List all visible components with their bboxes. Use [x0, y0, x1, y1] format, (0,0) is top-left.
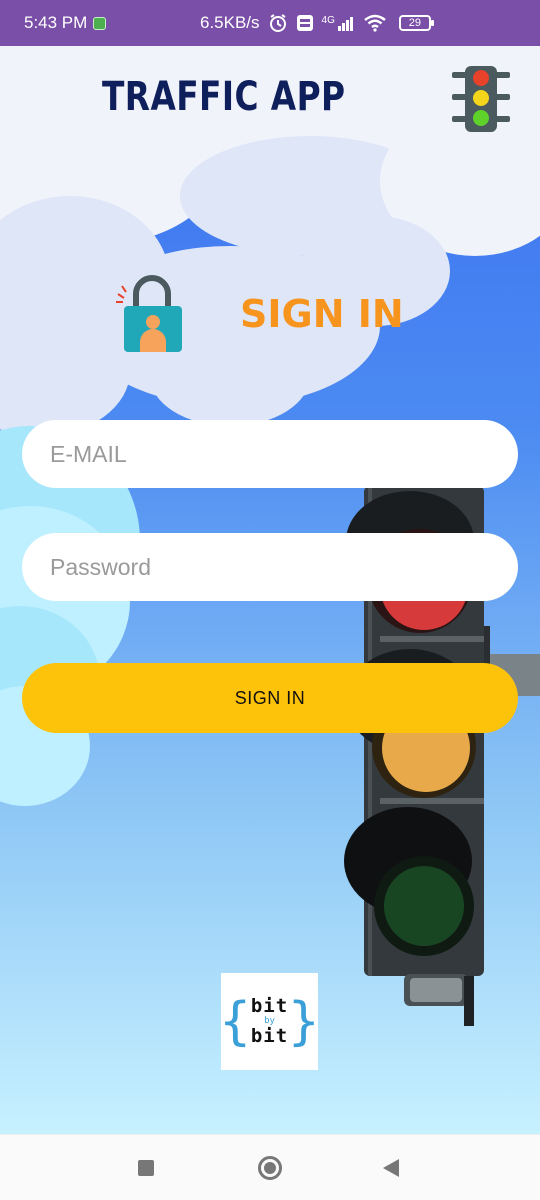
- signal-icon: [337, 17, 353, 31]
- status-indicators: 6.5KB/s 4G 29: [200, 0, 434, 46]
- battery-icon: 29: [398, 15, 434, 31]
- logo-brace-left: {: [219, 991, 251, 1052]
- signin-button[interactable]: SIGN IN: [22, 663, 518, 733]
- signin-heading: SIGN IN: [240, 292, 404, 336]
- volte-icon: [296, 15, 313, 31]
- recent-apps-icon[interactable]: [138, 1160, 154, 1176]
- app-title: TRAFFIC APP: [102, 74, 346, 120]
- home-icon[interactable]: [258, 1156, 282, 1180]
- logo-word-top: bit: [250, 995, 289, 1017]
- logo-word-bottom: bit: [250, 1025, 289, 1047]
- status-time: 5:43 PM: [24, 13, 88, 32]
- email-field[interactable]: [22, 420, 518, 488]
- traffic-light-icon: [452, 66, 510, 132]
- battery-level: 29: [408, 17, 422, 29]
- lock-user-icon: [116, 275, 182, 352]
- network-speed: 6.5KB/s: [200, 13, 260, 32]
- network-type: 4G: [322, 15, 355, 31]
- wifi-icon: [364, 14, 386, 32]
- logo-brace-right: }: [288, 991, 320, 1052]
- app-notification-icon: [93, 16, 107, 30]
- alarm-icon: [269, 14, 286, 32]
- logo-text: bit by bit: [251, 997, 288, 1046]
- status-bar: 5:43 PM 6.5KB/s 4G 29: [0, 0, 540, 46]
- system-nav-bar: [0, 1134, 540, 1200]
- password-field[interactable]: [22, 533, 518, 601]
- back-icon[interactable]: [383, 1159, 399, 1177]
- bit-by-bit-logo: { bit by bit }: [219, 973, 320, 1070]
